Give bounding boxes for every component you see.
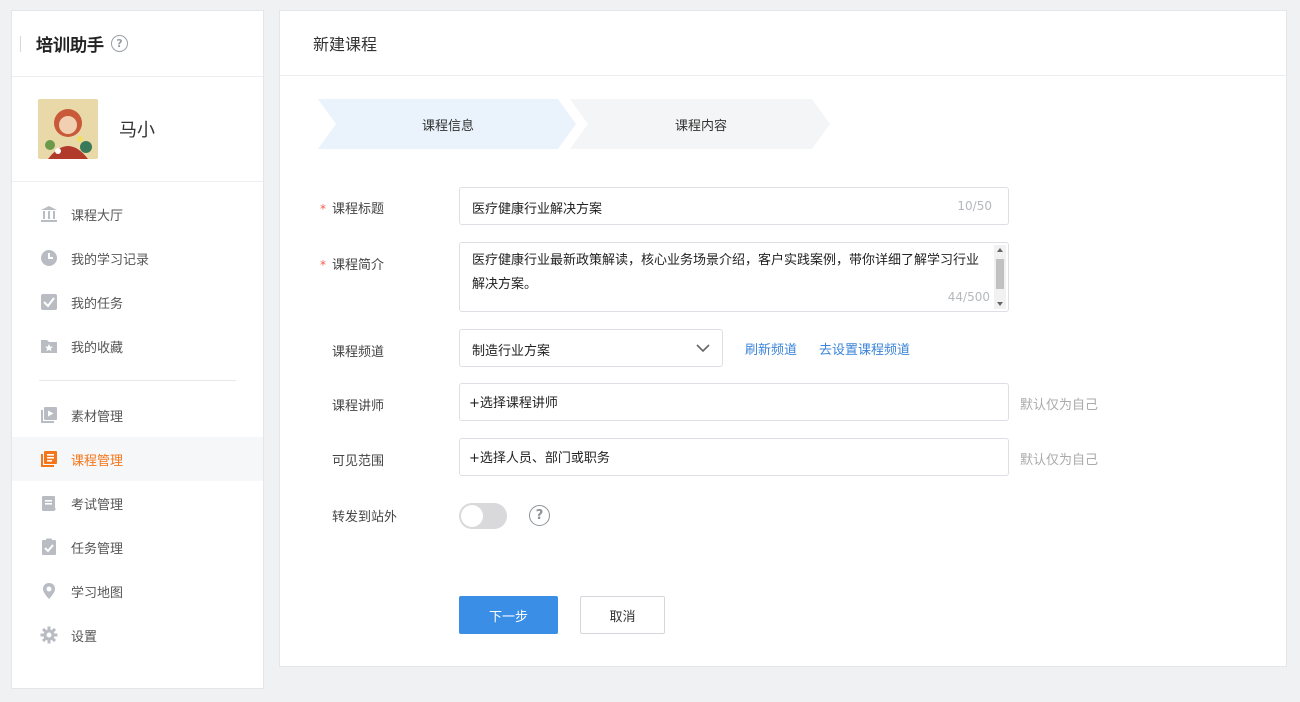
form-row-lecturer: 课程讲师 +选择课程讲师 默认仅为自己 <box>280 383 1286 421</box>
course-list-icon <box>39 449 59 469</box>
share-help-icon[interactable]: ? <box>529 505 550 526</box>
step-label: 课程信息 <box>421 118 474 134</box>
sidebar-item-label: 我的收藏 <box>71 340 124 356</box>
bank-icon <box>39 204 59 224</box>
course-title-value: 医疗健康行业解决方案 <box>472 202 603 217</box>
sidebar-item-learning-map[interactable]: 学习地图 <box>12 569 263 613</box>
chevron-down-icon <box>696 342 710 357</box>
step-course-info[interactable]: 课程信息 <box>318 99 578 149</box>
gear-icon <box>39 625 59 645</box>
sidebar-item-favorites[interactable]: 我的收藏 <box>12 324 263 368</box>
avatar[interactable] <box>38 99 98 159</box>
sidebar-item-course-hall[interactable]: 课程大厅 <box>12 192 263 236</box>
form-row-intro: * 课程简介 医疗健康行业最新政策解读，核心业务场景介绍，客户实践案例，带你详细了… <box>280 242 1286 312</box>
sidebar-item-label: 课程大厅 <box>71 208 124 224</box>
media-library-icon <box>39 405 59 425</box>
select-lecturer-field[interactable]: +选择课程讲师 <box>459 383 1009 421</box>
step-indicator: 课程信息 课程内容 <box>318 99 838 149</box>
sidebar-item-label: 设置 <box>71 629 98 645</box>
step-course-content[interactable]: 课程内容 <box>570 99 832 149</box>
intro-label: * 课程简介 <box>320 258 385 273</box>
cancel-button[interactable]: 取消 <box>580 596 665 634</box>
form-row-visibility: 可见范围 +选择人员、部门或职务 默认仅为自己 <box>280 438 1286 476</box>
required-mark: * <box>320 258 326 272</box>
sidebar-item-label: 素材管理 <box>71 409 124 425</box>
visibility-label: 可见范围 <box>332 454 385 469</box>
sidebar-item-label: 考试管理 <box>71 497 124 513</box>
lecturer-hint: 默认仅为自己 <box>1020 398 1099 413</box>
sidebar-item-label: 我的学习记录 <box>71 252 150 268</box>
form-row-channel: 课程频道 制造行业方案 刷新频道 去设置课程频道 <box>280 329 1286 367</box>
sidebar-item-label: 任务管理 <box>71 541 124 557</box>
select-visibility-placeholder: +选择人员、部门或职务 <box>469 451 610 466</box>
toggle-knob <box>461 505 483 527</box>
sidebar-header: 培训助手 ? <box>12 11 263 77</box>
app-title: 培训助手 <box>36 36 104 56</box>
set-channel-link[interactable]: 去设置课程频道 <box>819 339 910 358</box>
user-profile: 马小 <box>12 77 263 182</box>
next-step-button[interactable]: 下一步 <box>459 596 558 634</box>
lecturer-label: 课程讲师 <box>332 399 385 414</box>
sidebar-item-label: 学习地图 <box>71 585 124 601</box>
title-label: * 课程标题 <box>320 202 385 217</box>
exam-clipboard-icon <box>39 493 59 513</box>
username: 马小 <box>119 120 155 141</box>
required-mark: * <box>320 202 326 216</box>
channel-select[interactable]: 制造行业方案 <box>459 329 723 367</box>
share-label: 转发到站外 <box>332 510 398 525</box>
page-title: 新建课程 <box>280 11 1286 76</box>
sidebar-item-course-management[interactable]: 课程管理 <box>12 437 263 481</box>
course-title-input[interactable]: 医疗健康行业解决方案 10/50 <box>459 187 1009 225</box>
sidebar-item-task-management[interactable]: 任务管理 <box>12 525 263 569</box>
channel-value: 制造行业方案 <box>472 344 551 359</box>
clock-icon <box>39 248 59 268</box>
sidebar-item-label: 课程管理 <box>71 453 124 469</box>
sidebar: 培训助手 ? 马小 课程大厅 我的学习记录 我的任务 我的收藏 素材管理 课程管… <box>11 10 264 689</box>
share-toggle[interactable] <box>459 503 507 529</box>
textarea-scrollbar[interactable] <box>994 245 1006 309</box>
star-folder-icon <box>39 336 59 356</box>
select-lecturer-placeholder: +选择课程讲师 <box>469 396 558 411</box>
sidebar-item-settings[interactable]: 设置 <box>12 613 263 657</box>
step-label: 课程内容 <box>674 118 727 134</box>
intro-char-counter: 44/500 <box>947 290 990 304</box>
course-intro-textarea[interactable]: 医疗健康行业最新政策解读，核心业务场景介绍，客户实践案例，带你详细了解学习行业解… <box>459 242 1009 312</box>
main-panel: 新建课程 课程信息 课程内容 * 课程标题 医疗健康行业解决方案 10/50 * 课… <box>279 10 1287 667</box>
course-intro-value: 医疗健康行业最新政策解读，核心业务场景介绍，客户实践案例，带你详细了解学习行业解… <box>472 253 980 292</box>
task-clipboard-icon <box>39 537 59 557</box>
refresh-channel-link[interactable]: 刷新频道 <box>745 339 797 358</box>
sidebar-item-label: 我的任务 <box>71 296 124 312</box>
sidebar-nav: 课程大厅 我的学习记录 我的任务 我的收藏 素材管理 课程管理 考试管理 任务管… <box>12 182 263 657</box>
form-row-title: * 课程标题 医疗健康行业解决方案 10/50 <box>280 187 1286 225</box>
channel-label: 课程频道 <box>332 345 385 360</box>
sidebar-item-exam-management[interactable]: 考试管理 <box>12 481 263 525</box>
form-row-share: 转发到站外 ? <box>280 502 1286 530</box>
sidebar-item-my-tasks[interactable]: 我的任务 <box>12 280 263 324</box>
sidebar-item-study-record[interactable]: 我的学习记录 <box>12 236 263 280</box>
select-visibility-field[interactable]: +选择人员、部门或职务 <box>459 438 1009 476</box>
sidebar-divider <box>39 380 236 381</box>
help-icon[interactable]: ? <box>111 35 128 52</box>
sidebar-item-materials[interactable]: 素材管理 <box>12 393 263 437</box>
checkbox-icon <box>39 292 59 312</box>
visibility-hint: 默认仅为自己 <box>1020 453 1099 468</box>
map-pin-icon <box>39 581 59 601</box>
title-char-counter: 10/50 <box>957 199 992 213</box>
